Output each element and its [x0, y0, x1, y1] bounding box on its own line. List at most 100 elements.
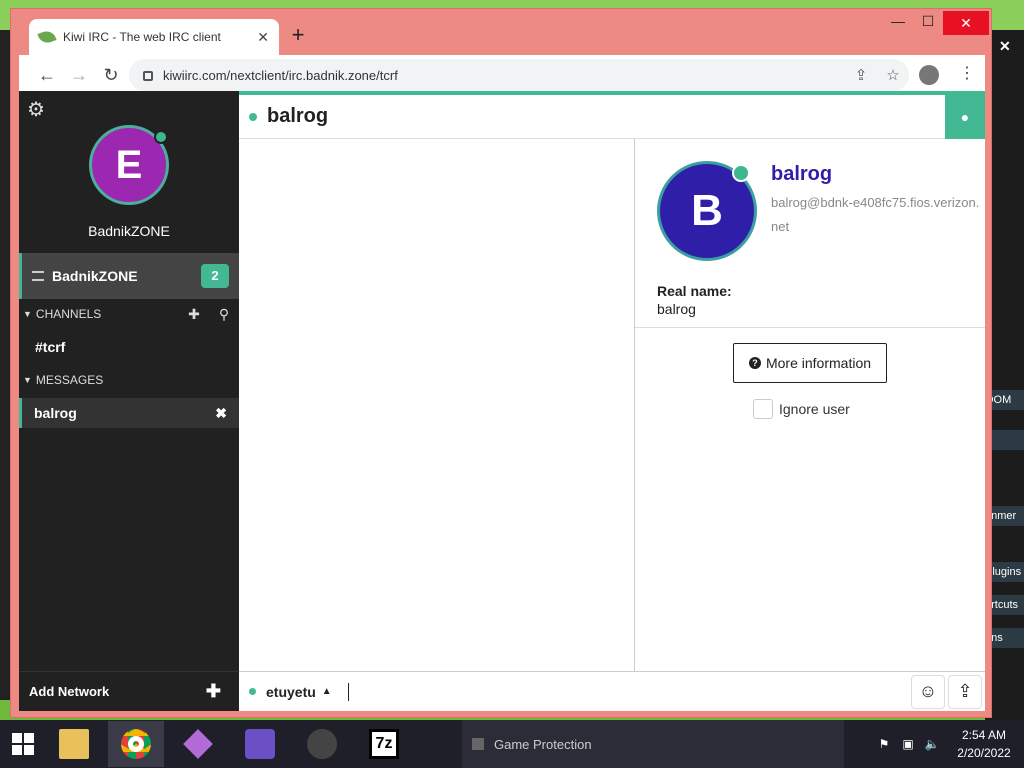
kiwi-leaf-icon	[37, 28, 57, 46]
search-icon[interactable]: ⚲	[209, 306, 239, 323]
taskbar: 7z Game Protection ⚑ ▣ 🔈 2:54 AM 2/20/20…	[0, 720, 1024, 768]
game-icon	[245, 729, 275, 759]
online-status-dot	[732, 164, 750, 182]
user-host: balrog@bdnk-e408fc75.fios.verizon.net	[771, 195, 980, 234]
network-label: BadnikZONE	[52, 268, 138, 284]
windows-logo-icon	[12, 733, 34, 755]
online-status-dot	[154, 130, 168, 144]
add-channel-icon[interactable]: ✚	[179, 306, 209, 323]
message-list[interactable]	[239, 139, 635, 671]
taskbar-window-game-protection[interactable]: Game Protection	[462, 720, 844, 768]
buffer-header: balrog ●	[239, 91, 985, 139]
system-tray: ⚑ ▣ 🔈	[872, 720, 944, 768]
browser-tab[interactable]: Kiwi IRC - The web IRC client ✕	[29, 19, 279, 55]
caret-down-icon: ▼	[23, 375, 32, 385]
chrome-taskbar-icon[interactable]	[108, 721, 164, 767]
add-network-button[interactable]: Add Network ✚	[19, 671, 239, 711]
user-info-panel: B balrog balrog@bdnk-e408fc75.fios.veriz…	[635, 139, 985, 671]
user-panel-toggle-button[interactable]: ●	[945, 95, 985, 139]
volume-icon[interactable]: 🔈	[920, 737, 944, 751]
caret-down-icon: ▼	[23, 309, 32, 319]
network-title: BadnikZONE	[88, 223, 170, 239]
more-information-label: More information	[765, 355, 872, 371]
message-input[interactable]	[348, 676, 911, 707]
mask-icon	[307, 729, 337, 759]
folder-icon	[59, 729, 89, 759]
server-icon	[32, 271, 44, 281]
realname-value: balrog	[657, 301, 696, 317]
caret-up-icon[interactable]: ▲	[322, 686, 332, 697]
messages-header-label: MESSAGES	[35, 373, 104, 387]
tab-close-icon[interactable]: ✕	[257, 29, 269, 46]
7zip-taskbar-icon[interactable]: 7z	[356, 721, 412, 767]
minimize-button[interactable]: —	[883, 13, 913, 29]
ignore-user-label: Ignore user	[779, 401, 850, 417]
user-nick: balrog	[771, 163, 833, 185]
browser-window: Kiwi IRC - The web IRC client ✕ + — ☐ ✕ …	[10, 8, 992, 718]
unread-badge: 2	[201, 264, 229, 288]
channels-header-label: CHANNELS	[35, 307, 102, 321]
network-icon[interactable]: ▣	[896, 737, 920, 751]
address-bar: ← → ↻ kiwiirc.com/nextclient/irc.badnik.…	[19, 55, 985, 95]
chrome-icon	[121, 729, 151, 759]
clock-time: 2:54 AM	[961, 728, 1007, 742]
forward-icon[interactable]: →	[63, 65, 95, 86]
back-icon[interactable]: ←	[31, 65, 63, 86]
profile-avatar[interactable]	[919, 65, 939, 85]
desktop-background-left	[0, 30, 10, 700]
browser-menu-icon[interactable]: ⋮	[959, 63, 975, 83]
maximize-button[interactable]: ☐	[913, 13, 943, 30]
7zip-icon: 7z	[369, 729, 399, 759]
add-network-label: Add Network	[29, 684, 110, 699]
start-button[interactable]	[0, 720, 46, 768]
gear-icon[interactable]: ⚙	[27, 97, 45, 122]
clock-date: 2/20/2022	[957, 746, 1011, 760]
system-clock[interactable]: 2:54 AM 2/20/2022	[944, 726, 1024, 762]
window-close-button[interactable]: ✕	[943, 11, 989, 35]
question-icon: ?	[748, 357, 761, 369]
anonymous-app-taskbar-icon[interactable]	[294, 721, 350, 767]
window-icon	[472, 738, 484, 750]
online-status-dot	[249, 688, 256, 695]
user-avatar-letter: B	[691, 186, 723, 235]
new-tab-button[interactable]: +	[286, 23, 310, 47]
gem-icon	[183, 729, 213, 759]
sidebar-item-query[interactable]: balrog ✖	[19, 398, 239, 428]
divider	[635, 327, 985, 328]
tab-title: Kiwi IRC - The web IRC client	[63, 30, 221, 44]
kiwi-app: ⚙ E BadnikZONE BadnikZONE 2 ▼ CHANNELS ✚…	[19, 91, 985, 711]
more-information-button[interactable]: ? More information	[733, 343, 887, 383]
plus-icon: ✚	[205, 681, 221, 701]
sidebar: ⚙ E BadnikZONE BadnikZONE 2 ▼ CHANNELS ✚…	[19, 91, 239, 711]
game-app-taskbar-icon[interactable]	[232, 721, 288, 767]
online-status-dot	[249, 112, 257, 121]
self-avatar[interactable]: E	[89, 125, 169, 205]
gem-app-taskbar-icon[interactable]	[170, 721, 226, 767]
share-icon[interactable]: ⇪	[845, 66, 877, 84]
ignore-checkbox[interactable]	[753, 399, 773, 419]
flag-icon[interactable]: ⚑	[872, 737, 896, 751]
message-input-bar: etuyetu ▲ ☺ ⇪	[239, 671, 985, 711]
query-label: balrog	[34, 405, 77, 421]
task-label: Game Protection	[494, 736, 592, 752]
messages-section-header[interactable]: ▼ MESSAGES	[19, 365, 239, 395]
lock-icon	[143, 71, 153, 81]
sidebar-item-channel[interactable]: #tcrf	[35, 339, 65, 355]
reload-icon[interactable]: ↻	[95, 65, 127, 86]
sidebar-item-network[interactable]: BadnikZONE 2	[19, 253, 239, 299]
ignore-user-toggle[interactable]: Ignore user	[753, 399, 850, 419]
self-avatar-letter: E	[115, 143, 143, 187]
close-icon[interactable]: ✕	[999, 38, 1011, 55]
my-nick[interactable]: etuyetu	[266, 684, 316, 700]
upload-button[interactable]: ⇪	[948, 674, 982, 709]
user-icon: ●	[960, 109, 970, 125]
user-avatar: B	[657, 161, 757, 261]
file-explorer-taskbar-icon[interactable]	[46, 721, 102, 767]
url-field[interactable]: kiwiirc.com/nextclient/irc.badnik.zone/t…	[129, 59, 909, 91]
realname-label: Real name:	[657, 283, 732, 299]
close-query-icon[interactable]: ✖	[215, 405, 227, 422]
channels-section-header[interactable]: ▼ CHANNELS ✚ ⚲	[19, 299, 239, 329]
bookmark-star-icon[interactable]: ☆	[877, 66, 909, 84]
url-text: kiwiirc.com/nextclient/irc.badnik.zone/t…	[163, 67, 398, 83]
emoji-button[interactable]: ☺	[911, 674, 945, 709]
